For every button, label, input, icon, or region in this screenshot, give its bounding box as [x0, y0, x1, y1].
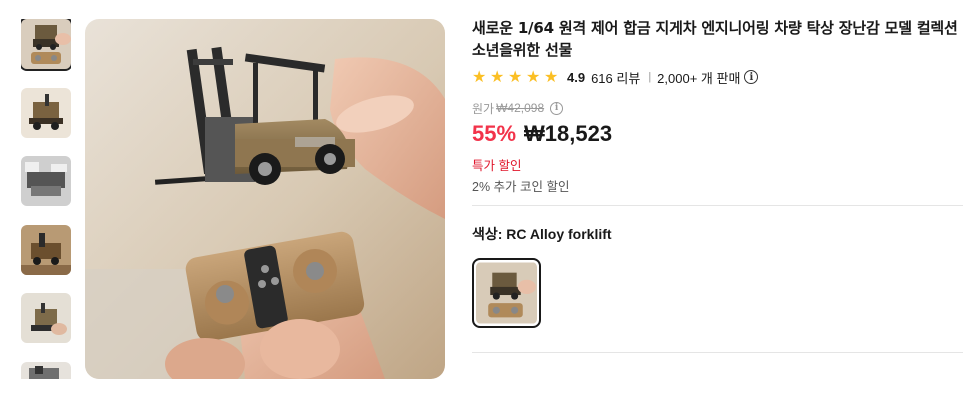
star-icon: ★	[490, 68, 505, 86]
original-price-label: 원가	[472, 101, 495, 116]
product-title: 새로운 1/64 원격 제어 합금 지게차 엔지니어링 차량 탁상 장난감 모델…	[472, 19, 958, 59]
thumbnail-5[interactable]	[21, 293, 71, 343]
deal-label: 특가 할인	[472, 159, 522, 173]
divider	[472, 352, 963, 353]
thumbnail-6[interactable]	[21, 362, 71, 379]
review-count-link[interactable]: 616 리뷰	[591, 68, 640, 87]
main-product-image[interactable]	[85, 19, 445, 379]
sold-count: 2,000+ 개 판매	[657, 70, 741, 86]
thumbnail-2[interactable]	[21, 88, 71, 138]
discount-percent: 55%	[472, 121, 517, 146]
current-price: ₩18,523	[524, 121, 613, 146]
original-price: ₩42,098	[496, 101, 545, 115]
thumbnail-4[interactable]	[21, 225, 71, 275]
star-icon: ★	[544, 68, 559, 86]
thumbnail-list	[21, 19, 71, 379]
coin-discount-label: 2% 추가 코인 할인	[472, 180, 570, 194]
rating-stars: ★ ★ ★ ★ ★	[472, 68, 559, 86]
color-option-label: 색상: RC Alloy forklift	[472, 226, 612, 242]
color-swatch-rc-alloy-forklift[interactable]	[472, 258, 541, 328]
thumbnail-1[interactable]	[21, 19, 71, 71]
original-price-row: 원가 ₩42,098 i	[472, 100, 964, 116]
info-icon[interactable]: i	[744, 70, 759, 84]
price-row: 55% ₩18,523	[472, 121, 964, 149]
thumbnail-3[interactable]	[21, 156, 71, 206]
star-icon: ★	[526, 68, 541, 86]
info-icon[interactable]: i	[550, 101, 564, 115]
separator: |	[648, 71, 652, 83]
swatch-image	[476, 262, 537, 324]
product-info: 새로운 1/64 원격 제어 합금 지게차 엔지니어링 차량 탁상 장난감 모델…	[472, 17, 964, 194]
divider	[472, 205, 963, 206]
star-icon: ★	[508, 68, 523, 86]
rating-value: 4.9	[567, 69, 586, 85]
star-icon: ★	[472, 68, 487, 86]
rating-row: ★ ★ ★ ★ ★ 4.9 616 리뷰 | 2,000+ 개 판매 i	[472, 67, 964, 87]
